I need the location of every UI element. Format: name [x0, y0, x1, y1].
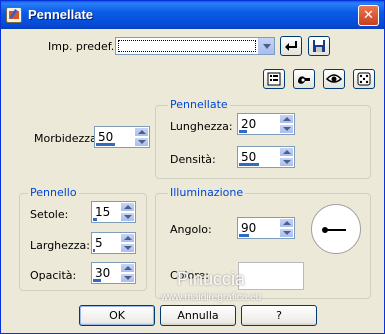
app-brush-icon: [6, 7, 22, 23]
opacita-spinner[interactable]: 30: [91, 262, 136, 284]
apply-preset-button[interactable]: [280, 36, 302, 56]
opacita-value: 30: [95, 266, 111, 280]
dial-center-dot: [322, 227, 328, 233]
spin-down-icon[interactable]: [134, 137, 149, 147]
larghezza-label: Larghezza:: [30, 239, 90, 252]
spin-up-icon[interactable]: [279, 147, 294, 157]
apply-preset-icon: [285, 41, 297, 51]
reset-list-icon: [267, 72, 281, 86]
spin-down-icon[interactable]: [120, 243, 135, 253]
illuminazione-group-title: Illuminazione: [168, 186, 246, 199]
densita-spinner[interactable]: 50: [237, 146, 295, 168]
window-title: Pennellate: [28, 7, 94, 22]
morbidezza-spinner[interactable]: 50: [94, 126, 150, 148]
setole-spinner[interactable]: 15: [91, 201, 136, 223]
preset-label: Imp. predef.:: [48, 40, 118, 53]
opacita-level: [93, 279, 101, 282]
lunghezza-label: Lunghezza:: [170, 120, 233, 133]
densita-level: [239, 163, 259, 166]
spin-up-icon[interactable]: [134, 127, 149, 137]
help-button[interactable]: ?: [241, 305, 317, 326]
cancel-button[interactable]: Annulla: [160, 305, 236, 326]
save-preset-icon: [313, 40, 325, 52]
larghezza-spinner[interactable]: 5: [91, 232, 136, 254]
preset-combobox[interactable]: [115, 37, 275, 55]
lunghezza-spinner[interactable]: 20: [237, 113, 295, 135]
angle-dial[interactable]: [311, 204, 361, 254]
ok-button[interactable]: OK: [79, 305, 155, 326]
spin-down-icon[interactable]: [279, 157, 294, 167]
spin-up-icon[interactable]: [120, 263, 135, 273]
random-dice-icon: [357, 72, 371, 86]
lunghezza-value: 20: [241, 117, 257, 131]
larghezza-value: 5: [95, 236, 103, 250]
save-preset-button[interactable]: [308, 36, 330, 56]
chevron-down-icon[interactable]: [258, 38, 274, 54]
spin-down-icon[interactable]: [120, 273, 135, 283]
pennello-group-title: Pennello: [28, 186, 79, 199]
spin-up-icon[interactable]: [120, 233, 135, 243]
spin-down-icon[interactable]: [279, 228, 294, 238]
angolo-stepper[interactable]: [279, 218, 294, 238]
opacita-label: Opacità:: [30, 269, 77, 282]
angolo-level: [239, 234, 249, 237]
morbidezza-label: Morbidezza:: [34, 132, 101, 145]
list-button[interactable]: [263, 69, 285, 89]
densita-value: 50: [241, 150, 257, 164]
spin-down-icon[interactable]: [120, 212, 135, 222]
angolo-label: Angolo:: [170, 223, 212, 236]
spin-down-icon[interactable]: [279, 124, 294, 134]
opacita-stepper[interactable]: [120, 263, 135, 283]
preset-value: [118, 40, 256, 52]
close-button[interactable]: ✕: [358, 5, 379, 26]
lunghezza-stepper[interactable]: [279, 114, 294, 134]
proof-button[interactable]: [293, 69, 315, 89]
larghezza-level: [93, 249, 95, 252]
spin-up-icon[interactable]: [279, 218, 294, 228]
watermark-name: Pinuccia: [176, 269, 246, 289]
setole-stepper[interactable]: [120, 202, 135, 222]
spin-up-icon[interactable]: [120, 202, 135, 212]
setole-value: 15: [95, 205, 111, 219]
morbidezza-value: 50: [98, 130, 114, 144]
pennellate-group-title: Pennellate: [168, 98, 230, 111]
lunghezza-level: [239, 130, 247, 133]
setole-level: [93, 218, 97, 221]
angolo-value: 90: [241, 221, 257, 235]
preview-toggle-button[interactable]: [323, 69, 345, 89]
larghezza-stepper[interactable]: [120, 233, 135, 253]
spin-up-icon[interactable]: [279, 114, 294, 124]
proof-hand-icon: [298, 76, 310, 84]
densita-label: Densità:: [170, 153, 216, 166]
title-bar[interactable]: Pennellate ✕: [1, 1, 384, 29]
setole-label: Setole:: [30, 208, 69, 221]
morbidezza-stepper[interactable]: [134, 127, 149, 147]
angolo-spinner[interactable]: 90: [237, 217, 295, 239]
eye-preview-icon: [325, 74, 343, 83]
randomize-button[interactable]: [353, 69, 375, 89]
morbidezza-level: [96, 143, 115, 146]
pennellate-dialog: Pennellate ✕ Imp. predef.: Morbidezza: 5…: [0, 0, 385, 334]
watermark-url: www.maidiregrafica.eu: [160, 292, 262, 303]
densita-stepper[interactable]: [279, 147, 294, 167]
